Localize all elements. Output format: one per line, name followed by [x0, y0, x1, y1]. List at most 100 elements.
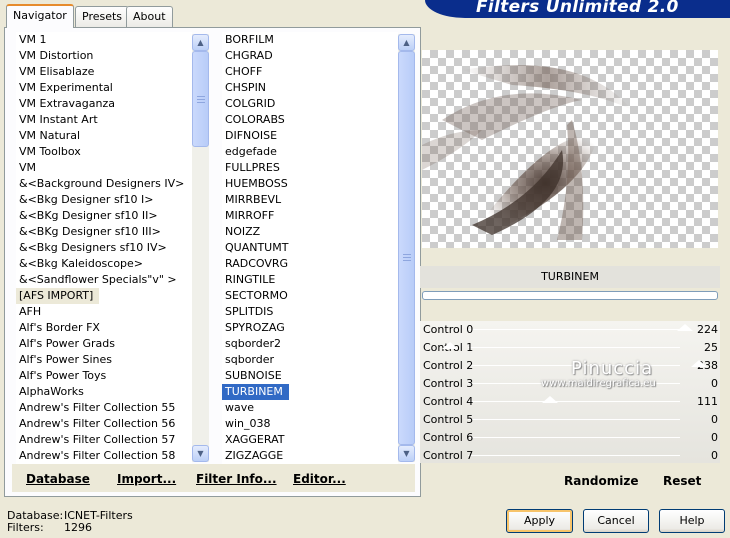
- category-item[interactable]: VM: [16, 160, 36, 176]
- tab-about[interactable]: About: [126, 6, 173, 27]
- category-item[interactable]: Alf's Border FX: [16, 320, 100, 336]
- category-item[interactable]: &<Bkg Kaleidoscope>: [16, 256, 143, 272]
- chevron-up-icon[interactable]: ▲: [192, 34, 209, 51]
- chevron-up-icon[interactable]: ▲: [398, 34, 415, 51]
- filter-item[interactable]: SPYROZAG: [222, 320, 285, 336]
- category-item[interactable]: AFH: [16, 304, 41, 320]
- category-item[interactable]: Andrew's Filter Collection 57: [16, 432, 175, 448]
- filter-item[interactable]: COLORABS: [222, 112, 285, 128]
- import-button[interactable]: Import...: [117, 472, 176, 486]
- filter-item[interactable]: win_038: [222, 416, 271, 432]
- filter-item[interactable]: CHSPIN: [222, 80, 266, 96]
- filter-item[interactable]: ZIGZAGGE: [222, 448, 283, 464]
- control-row[interactable]: Control 0 224: [420, 321, 720, 339]
- watermark-url: www.maidiregrafica.eu: [541, 378, 656, 389]
- filter-item[interactable]: sqborder2: [222, 336, 281, 352]
- category-item[interactable]: VM Experimental: [16, 80, 113, 96]
- category-item[interactable]: Alf's Power Toys: [16, 368, 106, 384]
- database-button[interactable]: Database: [26, 472, 90, 486]
- slider-thumb[interactable]: [691, 360, 707, 367]
- control-label: Control 3: [423, 377, 474, 390]
- category-item[interactable]: VM Distortion: [16, 48, 93, 64]
- filter-item[interactable]: FULLPRES: [222, 160, 280, 176]
- control-label: Control 4: [423, 395, 474, 408]
- filter-name-label: TURBINEM: [420, 266, 720, 288]
- category-item[interactable]: VM Toolbox: [16, 144, 81, 160]
- slider-thumb[interactable]: [677, 324, 693, 331]
- filter-item[interactable]: RINGTILE: [222, 272, 275, 288]
- filter-scrollbar[interactable]: ▲ ▼: [398, 34, 415, 462]
- navigator-button-bar: Database Import... Filter Info... Editor…: [12, 464, 415, 492]
- filters-count: 1296: [64, 521, 92, 534]
- tab-navigator[interactable]: Navigator: [6, 4, 74, 28]
- control-label: Control 6: [423, 431, 474, 444]
- filter-item[interactable]: edgefade: [222, 144, 277, 160]
- filter-item[interactable]: HUEMBOSS: [222, 176, 288, 192]
- control-label: Control 2: [423, 359, 474, 372]
- slider-thumb[interactable]: [542, 396, 558, 403]
- category-item[interactable]: Alf's Power Sines: [16, 352, 112, 368]
- category-item[interactable]: &<Bkg Designer sf10 I>: [16, 192, 154, 208]
- cancel-button[interactable]: Cancel: [583, 509, 649, 533]
- reset-button[interactable]: Reset: [663, 474, 701, 488]
- filter-item[interactable]: NOIZZ: [222, 224, 260, 240]
- category-item[interactable]: &<Background Designers IV>: [16, 176, 184, 192]
- chevron-down-icon[interactable]: ▼: [398, 445, 415, 462]
- filter-list[interactable]: BORFILM CHGRAD CHOFF CHSPIN COLGRID COLORABS D…: [222, 32, 398, 464]
- category-item[interactable]: AlphaWorks: [16, 384, 84, 400]
- editor-button[interactable]: Editor...: [293, 472, 346, 486]
- control-value: 111: [697, 395, 718, 408]
- app-title: Filters Unlimited 2.0: [476, 0, 679, 17]
- tab-presets[interactable]: Presets: [75, 6, 130, 27]
- filter-item[interactable]: MIRROFF: [222, 208, 274, 224]
- filter-item[interactable]: MIRRBEVL: [222, 192, 281, 208]
- filter-item[interactable]: SUBNOISE: [222, 368, 282, 384]
- filter-scroll-thumb[interactable]: [398, 51, 415, 445]
- filter-info-button[interactable]: Filter Info...: [196, 472, 277, 486]
- filter-item[interactable]: QUANTUMT: [222, 240, 288, 256]
- category-item[interactable]: Andrew's Filter Collection 55: [16, 400, 175, 416]
- control-value: 0: [711, 377, 718, 390]
- category-item[interactable]: Andrew's Filter Collection 58: [16, 448, 175, 464]
- category-item[interactable]: VM Instant Art: [16, 112, 98, 128]
- category-item[interactable]: &<BKg Designer sf10 III>: [16, 224, 161, 240]
- category-list[interactable]: VM 1 VM Distortion VM Elisablaze VM Experim…: [16, 32, 192, 464]
- category-scroll-thumb[interactable]: [192, 51, 209, 147]
- filter-item[interactable]: XAGGERAT: [222, 432, 284, 448]
- control-row[interactable]: Control 1 25: [420, 339, 720, 357]
- filter-item[interactable]: RADCOVRG: [222, 256, 288, 272]
- category-item[interactable]: Alf's Power Grads: [16, 336, 115, 352]
- filter-item[interactable]: CHGRAD: [222, 48, 273, 64]
- filter-item[interactable]: SPLITDIS: [222, 304, 273, 320]
- preview-image: [422, 50, 718, 248]
- filter-item[interactable]: sqborder: [222, 352, 274, 368]
- control-row[interactable]: Control 5 0: [420, 411, 720, 429]
- category-scrollbar[interactable]: ▲ ▼: [192, 34, 209, 462]
- filter-item[interactable]: wave: [222, 400, 254, 416]
- category-item[interactable]: &<BKg Designer sf10 II>: [16, 208, 158, 224]
- randomize-button[interactable]: Randomize: [564, 474, 638, 488]
- chevron-down-icon[interactable]: ▼: [192, 445, 209, 462]
- category-item[interactable]: &<Sandflower Specials"v" >: [16, 272, 177, 288]
- filter-item[interactable]: CHOFF: [222, 64, 262, 80]
- apply-button[interactable]: Apply: [506, 509, 573, 533]
- filter-item[interactable]: SECTORMO: [222, 288, 288, 304]
- category-item[interactable]: VM Natural: [16, 128, 80, 144]
- filter-item[interactable]: BORFILM: [222, 32, 274, 48]
- category-item[interactable]: VM 1: [16, 32, 47, 48]
- control-row[interactable]: Control 2 238: [420, 357, 720, 375]
- category-item[interactable]: VM Extravaganza: [16, 96, 115, 112]
- control-row[interactable]: Control 7 0: [420, 447, 720, 463]
- category-item[interactable]: VM Elisablaze: [16, 64, 94, 80]
- slider-thumb[interactable]: [442, 342, 458, 349]
- control-row[interactable]: Control 6 0: [420, 429, 720, 447]
- category-item[interactable]: &<Bkg Designers sf10 IV>: [16, 240, 167, 256]
- filter-item[interactable]: DIFNOISE: [222, 128, 277, 144]
- filter-item[interactable]: COLGRID: [222, 96, 275, 112]
- category-item[interactable]: Andrew's Filter Collection 56: [16, 416, 175, 432]
- help-button[interactable]: Help: [659, 509, 725, 533]
- control-value: 0: [711, 431, 718, 444]
- control-row[interactable]: Control 4 111: [420, 393, 720, 411]
- category-item[interactable]: [AFS IMPORT]: [16, 288, 100, 304]
- filter-item[interactable]: TURBINEM: [222, 384, 289, 400]
